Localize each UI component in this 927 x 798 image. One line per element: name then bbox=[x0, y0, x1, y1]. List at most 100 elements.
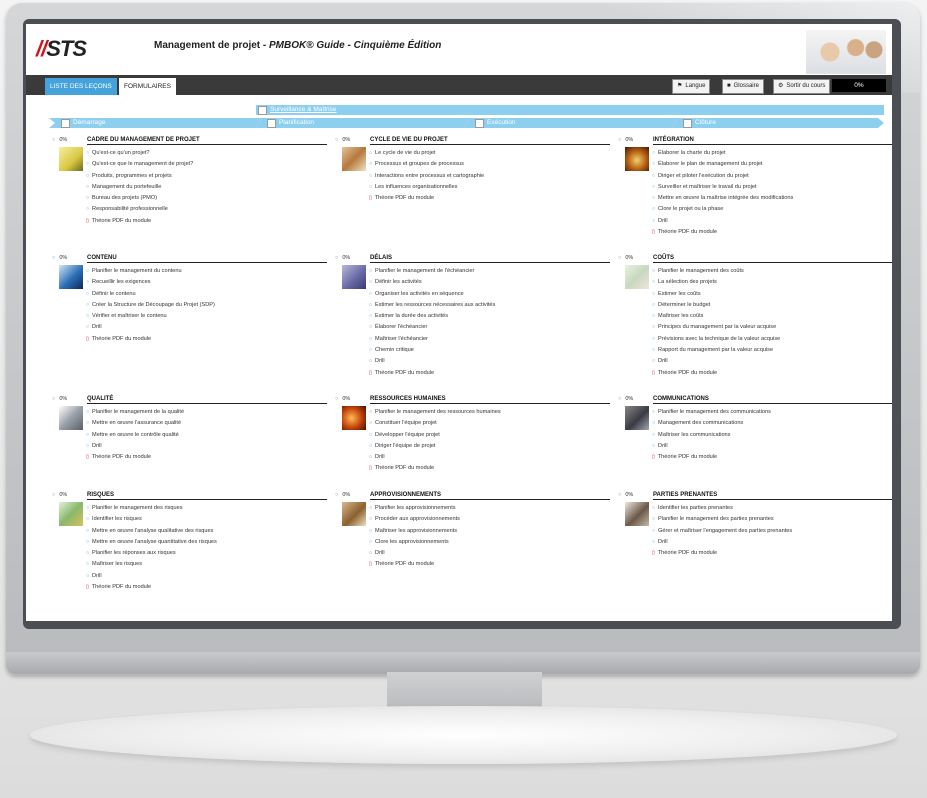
lesson-link[interactable]: ○ Drill bbox=[369, 356, 495, 367]
lesson-link[interactable]: ○ Mettre en œuvre l'analyse quantitative … bbox=[86, 537, 217, 548]
lesson-link[interactable]: ○ Estimer la durée des activités bbox=[369, 311, 495, 322]
lesson-link[interactable]: ○ Estimer les ressources nécessaires aux … bbox=[369, 300, 495, 311]
lesson-link[interactable]: ○ Constituer l'équipe projet bbox=[369, 418, 501, 429]
checkbox[interactable] bbox=[683, 119, 692, 128]
lesson-link[interactable]: ○ Estimer les coûts bbox=[652, 289, 780, 300]
lesson-link[interactable]: ○ Définir le contenu bbox=[86, 289, 215, 300]
module-title[interactable]: DÉLAIS bbox=[370, 255, 610, 263]
lesson-link[interactable]: ○ Planifier le management des ressources … bbox=[369, 407, 501, 418]
lesson-link[interactable]: ○ Mettre en œuvre l'analyse qualitative d… bbox=[86, 526, 217, 537]
lesson-link[interactable]: ○ Diriger et piloter l'exécution du proje… bbox=[652, 171, 793, 182]
lesson-link[interactable]: ○ Processus et groupes de processus bbox=[369, 159, 484, 170]
lesson-link[interactable]: ○ Qu'est-ce qu'un projet? bbox=[86, 148, 193, 159]
lesson-link[interactable]: ○ Drill bbox=[652, 441, 771, 452]
lesson-link[interactable]: ○ Drill bbox=[652, 356, 780, 367]
lesson-link[interactable]: ○ Drill bbox=[86, 322, 215, 333]
process-surveillance[interactable]: Surveillance & Maîtrise bbox=[256, 105, 884, 115]
lesson-link[interactable]: ○ Bureau des projets (PMO) bbox=[86, 193, 193, 204]
lesson-link[interactable]: ○ Maîtriser les coûts bbox=[652, 311, 780, 322]
lesson-link[interactable]: ○ Interactions entre processus et cartogr… bbox=[369, 171, 484, 182]
module-title[interactable]: CADRE DU MANAGEMENT DE PROJET bbox=[87, 137, 327, 145]
lesson-link[interactable]: ○ La sélection des projets bbox=[652, 277, 780, 288]
lesson-link[interactable]: ○ Planifier le management des communicati… bbox=[652, 407, 771, 418]
lesson-link[interactable]: ○ Diriger l'équipe de projet bbox=[369, 441, 501, 452]
module-title[interactable]: INTÉGRATION bbox=[653, 137, 892, 145]
module-pdf-link[interactable]: ▯ Théorie PDF du module bbox=[86, 216, 193, 227]
lesson-link[interactable]: ○ Drill bbox=[652, 216, 793, 227]
module-pdf-link[interactable]: ▯ Théorie PDF du module bbox=[652, 548, 792, 559]
module-pdf-link[interactable]: ▯ Théorie PDF du module bbox=[86, 452, 184, 463]
module-pdf-link[interactable]: ▯ Théorie PDF du module bbox=[369, 193, 484, 204]
lesson-link[interactable]: ○ Le cycle de vie du projet bbox=[369, 148, 484, 159]
module-pdf-link[interactable]: ▯ Théorie PDF du module bbox=[369, 368, 495, 379]
module-title[interactable]: RISQUES bbox=[87, 492, 327, 500]
lesson-link[interactable]: ○ Clore le projet ou la phase bbox=[652, 204, 793, 215]
checkbox[interactable] bbox=[61, 119, 70, 128]
lesson-link[interactable]: ○ Maîtriser les risques bbox=[86, 559, 217, 570]
module-title[interactable]: PARTIES PRENANTES bbox=[653, 492, 892, 500]
lesson-link[interactable]: ○ Planifier le management de l'échéancier bbox=[369, 266, 495, 277]
lesson-link[interactable]: ○ Planifier les réponses aux risques bbox=[86, 548, 217, 559]
process-execution[interactable]: Exécution bbox=[463, 118, 677, 128]
module-title[interactable]: CYCLE DE VIE DU PROJET bbox=[370, 137, 610, 145]
lesson-link[interactable]: ○ Principes du management par la valeur a… bbox=[652, 322, 780, 333]
process-planification[interactable]: Planification bbox=[255, 118, 469, 128]
lesson-link[interactable]: ○ Développer l'équipe projet bbox=[369, 430, 501, 441]
lesson-link[interactable]: ○ Vérifier et maîtriser le contenu bbox=[86, 311, 215, 322]
lesson-link[interactable]: ○ Clore les approvisionnements bbox=[369, 537, 460, 548]
lesson-link[interactable]: ○ Drill bbox=[86, 571, 217, 582]
lesson-link[interactable]: ○ Planifier le management des coûts bbox=[652, 266, 780, 277]
lesson-link[interactable]: ○ Prévisions avec la technique de la vale… bbox=[652, 334, 780, 345]
module-title[interactable]: RESSOURCES HUMAINES bbox=[370, 396, 610, 404]
module-pdf-link[interactable]: ▯ Théorie PDF du module bbox=[652, 368, 780, 379]
lesson-link[interactable]: ○ Maîtriser l'échéancier bbox=[369, 334, 495, 345]
lesson-link[interactable]: ○ Responsabilité professionnelle bbox=[86, 204, 193, 215]
process-demarrage[interactable]: Démarrage bbox=[49, 118, 261, 128]
lesson-link[interactable]: ○ Créer la Structure de Découpage du Proj… bbox=[86, 300, 215, 311]
lesson-link[interactable]: ○ Mettre en œuvre la maîtrise intégrée de… bbox=[652, 193, 793, 204]
lesson-link[interactable]: ○ Planifier le management des risques bbox=[86, 503, 217, 514]
lesson-link[interactable]: ○ Procéder aux approvisionnements bbox=[369, 514, 460, 525]
lesson-link[interactable]: ○ Planifier les approvisionnements bbox=[369, 503, 460, 514]
glossaire-button[interactable]: ■ Glossaire bbox=[722, 79, 764, 94]
tab-lessons[interactable]: LISTE DES LEÇONS bbox=[45, 78, 117, 95]
lesson-link[interactable]: ○ Gérer et maîtriser l'engagement des par… bbox=[652, 526, 792, 537]
lesson-link[interactable]: ○ Drill bbox=[369, 452, 501, 463]
module-title[interactable]: QUALITÉ bbox=[87, 396, 327, 404]
module-title[interactable]: COMMUNICATIONS bbox=[653, 396, 892, 404]
module-title[interactable]: CONTENU bbox=[87, 255, 327, 263]
lesson-link[interactable]: ○ Mettre en œuvre le contrôle qualité bbox=[86, 430, 184, 441]
lesson-link[interactable]: ○ Mettre en œuvre l'assurance qualité bbox=[86, 418, 184, 429]
lesson-link[interactable]: ○ Planifier le management des parties pre… bbox=[652, 514, 792, 525]
lesson-link[interactable]: ○ Drill bbox=[652, 537, 792, 548]
lesson-link[interactable]: ○ Produits, programmes et projets bbox=[86, 171, 193, 182]
lesson-link[interactable]: ○ Les influences organisationnelles bbox=[369, 182, 484, 193]
module-pdf-link[interactable]: ▯ Théorie PDF du module bbox=[652, 227, 793, 238]
lesson-link[interactable]: ○ Drill bbox=[86, 441, 184, 452]
tab-forms[interactable]: FORMULAIRES bbox=[119, 78, 176, 95]
lesson-link[interactable]: ○ Définir les activités bbox=[369, 277, 495, 288]
lesson-link[interactable]: ○ Qu'est-ce que le management de projet? bbox=[86, 159, 193, 170]
module-title[interactable]: APPROVISIONNEMENTS bbox=[370, 492, 610, 500]
process-cloture[interactable]: Clôture bbox=[671, 118, 884, 128]
checkbox[interactable] bbox=[475, 119, 484, 128]
module-pdf-link[interactable]: ▯ Théorie PDF du module bbox=[652, 452, 771, 463]
lesson-link[interactable]: ○ Planifier le management de la qualité bbox=[86, 407, 184, 418]
lesson-link[interactable]: ○ Planifier le management du contenu bbox=[86, 266, 215, 277]
lesson-link[interactable]: ○ Surveiller et maîtriser le travail du p… bbox=[652, 182, 793, 193]
module-title[interactable]: COÛTS bbox=[653, 255, 892, 263]
lesson-link[interactable]: ○ Drill bbox=[369, 548, 460, 559]
lesson-link[interactable]: ○ Maîtriser les communications bbox=[652, 430, 771, 441]
lesson-link[interactable]: ○ Identifier les parties prenantes bbox=[652, 503, 792, 514]
lesson-link[interactable]: ○ Management du portefeuille bbox=[86, 182, 193, 193]
module-pdf-link[interactable]: ▯ Théorie PDF du module bbox=[86, 582, 217, 593]
module-pdf-link[interactable]: ▯ Théorie PDF du module bbox=[369, 463, 501, 474]
lesson-link[interactable]: ○ Management des communications bbox=[652, 418, 771, 429]
lesson-link[interactable]: ○ Maîtriser les approvisionnements bbox=[369, 526, 460, 537]
lesson-link[interactable]: ○ Élaborer la charte du projet bbox=[652, 148, 793, 159]
lesson-link[interactable]: ○ Chemin critique bbox=[369, 345, 495, 356]
exit-course-button[interactable]: ⚙ Sortir du cours bbox=[773, 79, 831, 94]
lesson-link[interactable]: ○ Rapport du management par la valeur acq… bbox=[652, 345, 780, 356]
lesson-link[interactable]: ○ Organiser les activités en séquence bbox=[369, 289, 495, 300]
langue-button[interactable]: ⚑ Langue bbox=[672, 79, 711, 94]
